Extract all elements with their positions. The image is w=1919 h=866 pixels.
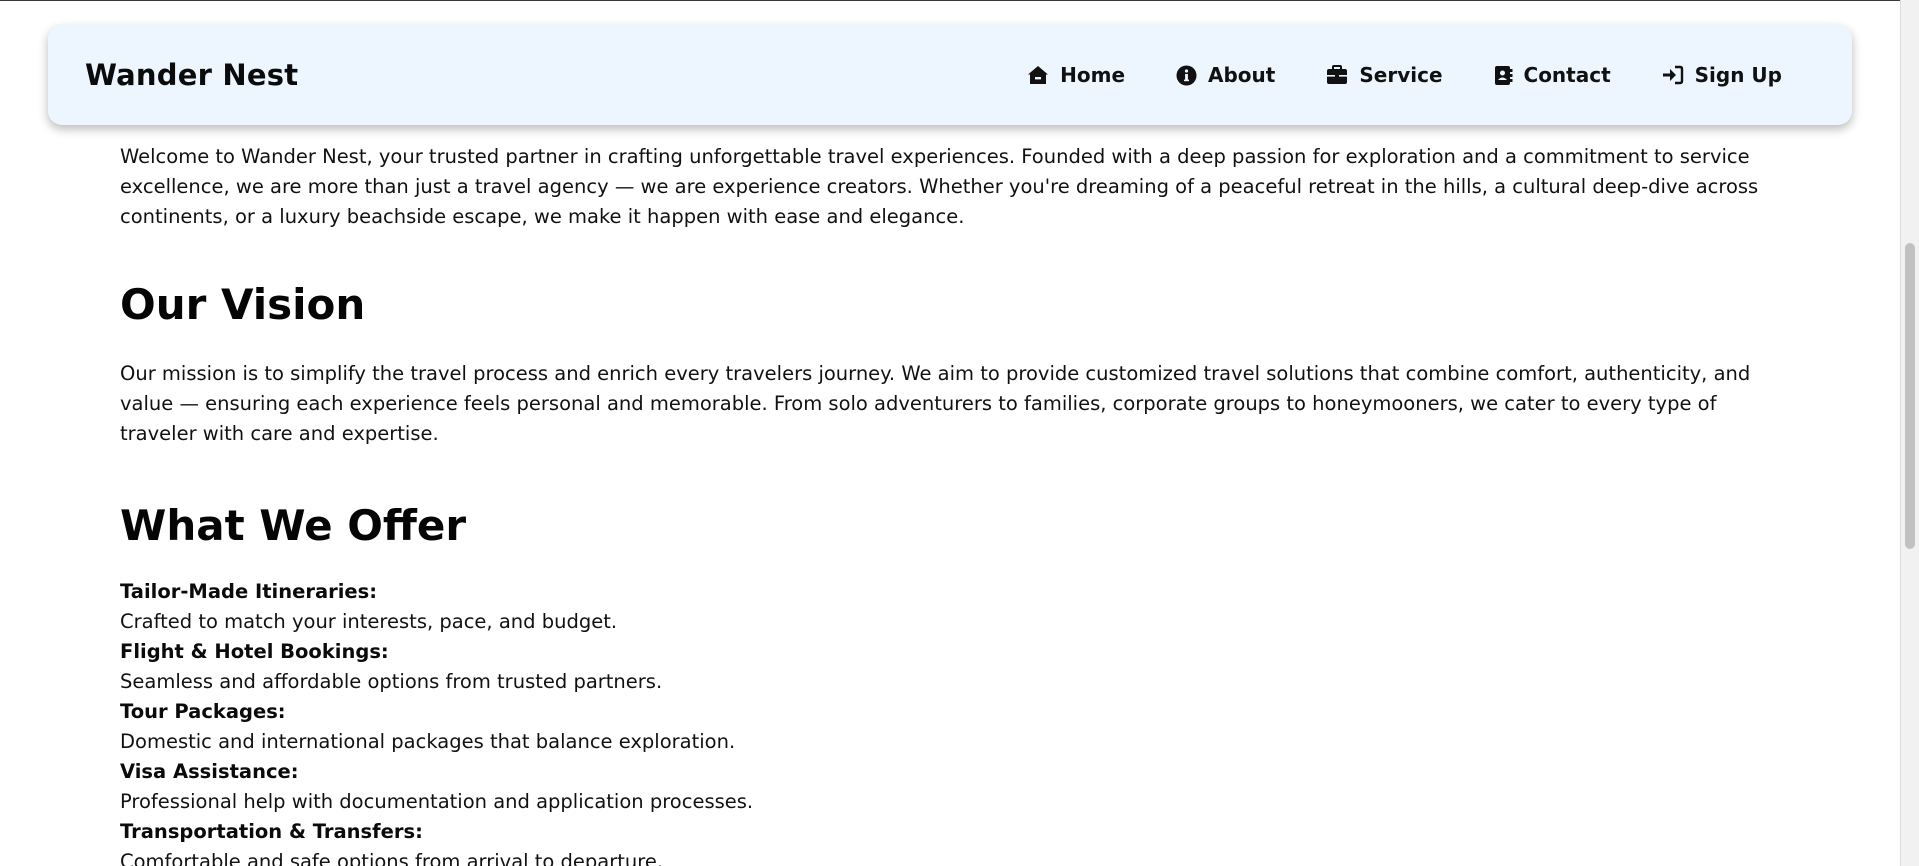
offer-heading: What We Offer [120,501,467,550]
nav-label-signup: Sign Up [1694,63,1782,87]
offer-list: Tailor-Made Itineraries: Crafted to matc… [120,577,1790,866]
offer-item-desc: Seamless and affordable options from tru… [120,670,663,693]
scrollbar-thumb[interactable] [1905,243,1915,549]
offer-item-desc: Crafted to match your interests, pace, a… [120,610,618,633]
offer-item-name: Tailor-Made Itineraries: [120,580,378,603]
offer-item: Flight & Hotel Bookings: Seamless and af… [120,637,1790,697]
address-book-icon [1494,65,1513,86]
brand-logo[interactable]: Wander Nest [85,25,298,125]
nav-label-home: Home [1060,63,1126,87]
vision-paragraph: Our mission is to simplify the travel pr… [120,362,1751,445]
offer-item: Transportation & Transfers: Comfortable … [120,817,1790,866]
nav-item-about[interactable]: About [1176,63,1275,87]
offer-item: Tailor-Made Itineraries: Crafted to matc… [120,577,1790,637]
offer-item-name: Transportation & Transfers: [120,820,423,843]
info-icon [1176,65,1197,86]
home-icon [1027,65,1049,85]
sign-in-icon [1662,65,1684,85]
offer-item: Visa Assistance: Professional help with … [120,757,1790,817]
vertical-scrollbar[interactable] [1900,0,1919,866]
nav-item-home[interactable]: Home [1027,63,1125,87]
nav-item-contact[interactable]: Contact [1494,63,1611,87]
nav-label-service: Service [1359,63,1443,87]
intro-paragraph: Welcome to Wander Nest, your trusted par… [120,145,1759,228]
offer-item: Tour Packages: Domestic and internationa… [120,697,1790,757]
offer-item-name: Visa Assistance: [120,760,299,783]
offer-item-name: Flight & Hotel Bookings: [120,640,389,663]
window-top-border [0,0,1900,1]
nav-label-about: About [1208,63,1276,87]
briefcase-icon [1326,65,1348,85]
nav-links: Home About Service Contact Sign Up [1027,25,1782,125]
offer-item-name: Tour Packages: [120,700,286,723]
offer-item-desc: Professional help with documentation and… [120,790,754,813]
page-viewport: Wander Nest Home About Service Contact S… [0,0,1900,866]
navbar: Wander Nest Home About Service Contact S… [48,25,1852,125]
offer-item-desc: Comfortable and safe options from arriva… [120,850,664,866]
offer-item-desc: Domestic and international packages that… [120,730,736,753]
nav-item-signup[interactable]: Sign Up [1662,63,1782,87]
vision-heading: Our Vision [120,280,366,329]
nav-item-service[interactable]: Service [1326,63,1443,87]
nav-label-contact: Contact [1523,63,1611,87]
main-content: Welcome to Wander Nest, your trusted par… [120,142,1790,866]
